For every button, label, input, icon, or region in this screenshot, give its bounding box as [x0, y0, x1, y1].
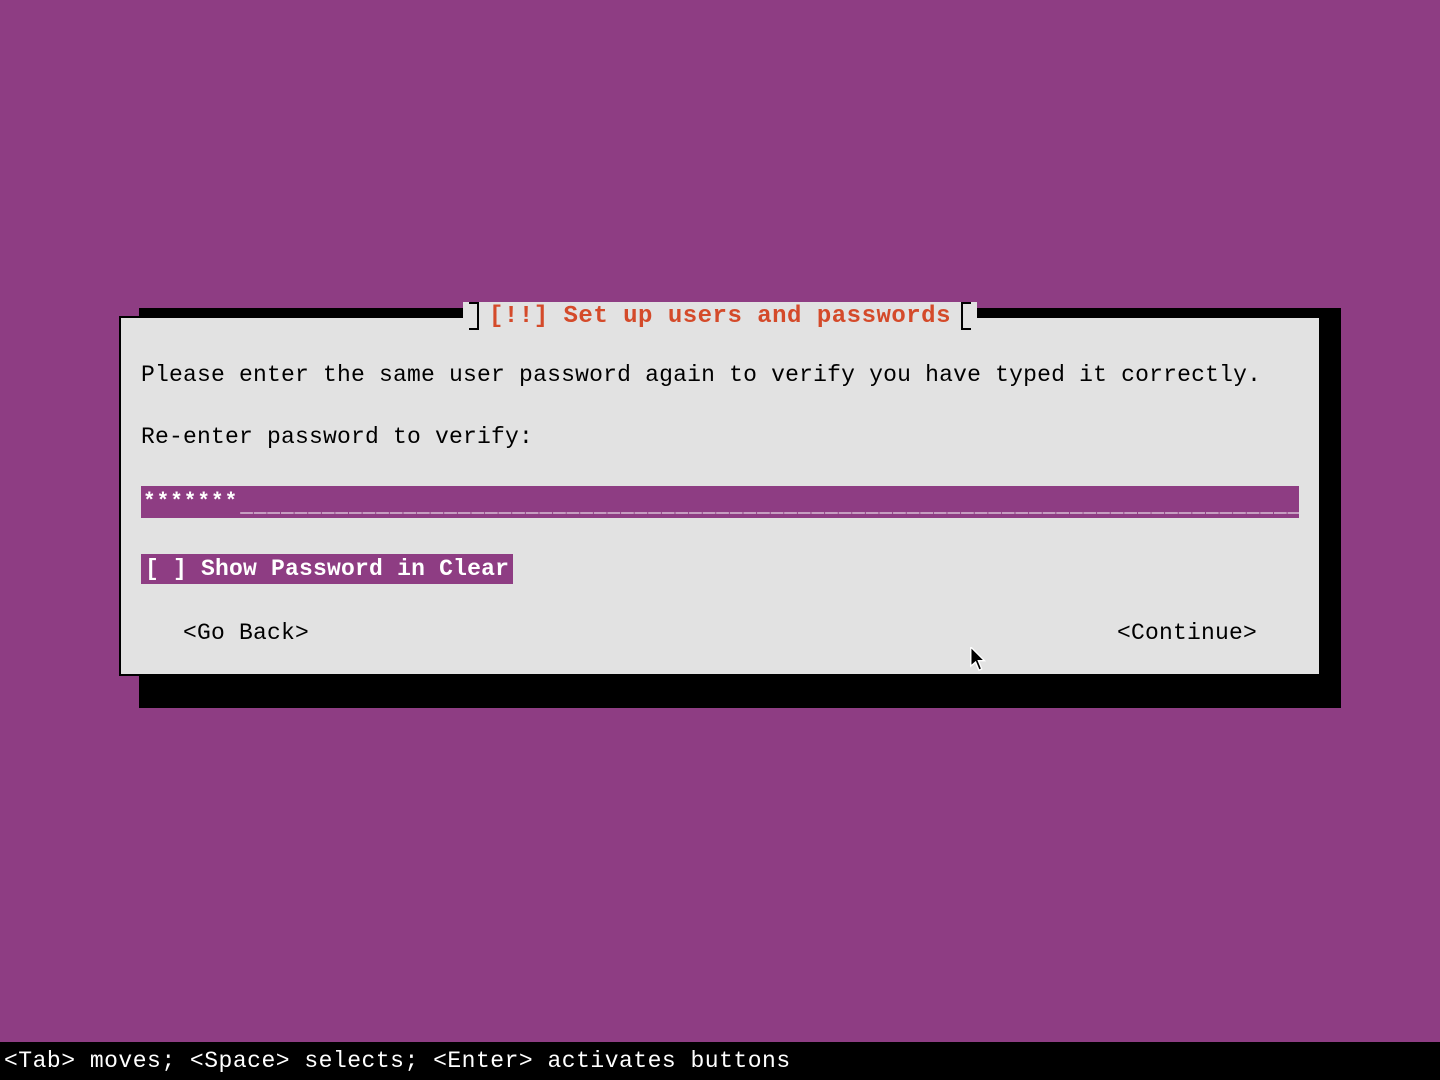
password-field-label: Re-enter password to verify:	[141, 424, 1299, 450]
instruction-text: Please enter the same user password agai…	[141, 362, 1299, 388]
password-input[interactable]: ******* ________________________________…	[141, 486, 1299, 518]
dialog-title: [!!] Set up users and passwords	[489, 303, 951, 330]
checkbox-label: Show Password in Clear	[201, 556, 509, 582]
title-border-left-icon	[469, 302, 479, 330]
button-row: <Go Back> <Continue>	[141, 620, 1299, 646]
password-dialog: [!!] Set up users and passwords Please e…	[119, 316, 1321, 676]
continue-button[interactable]: <Continue>	[1117, 620, 1257, 646]
checkbox-state: [ ]	[145, 556, 187, 582]
show-password-checkbox[interactable]: [ ] Show Password in Clear	[141, 554, 513, 584]
dialog-title-frame: [!!] Set up users and passwords	[463, 302, 977, 330]
status-bar: <Tab> moves; <Space> selects; <Enter> ac…	[0, 1042, 1440, 1080]
password-fill-underline: ________________________________________…	[240, 486, 1299, 518]
go-back-button[interactable]: <Go Back>	[183, 620, 309, 646]
dialog-body: Please enter the same user password agai…	[121, 318, 1319, 664]
title-border-right-icon	[961, 302, 971, 330]
password-masked-value: *******	[141, 486, 240, 518]
